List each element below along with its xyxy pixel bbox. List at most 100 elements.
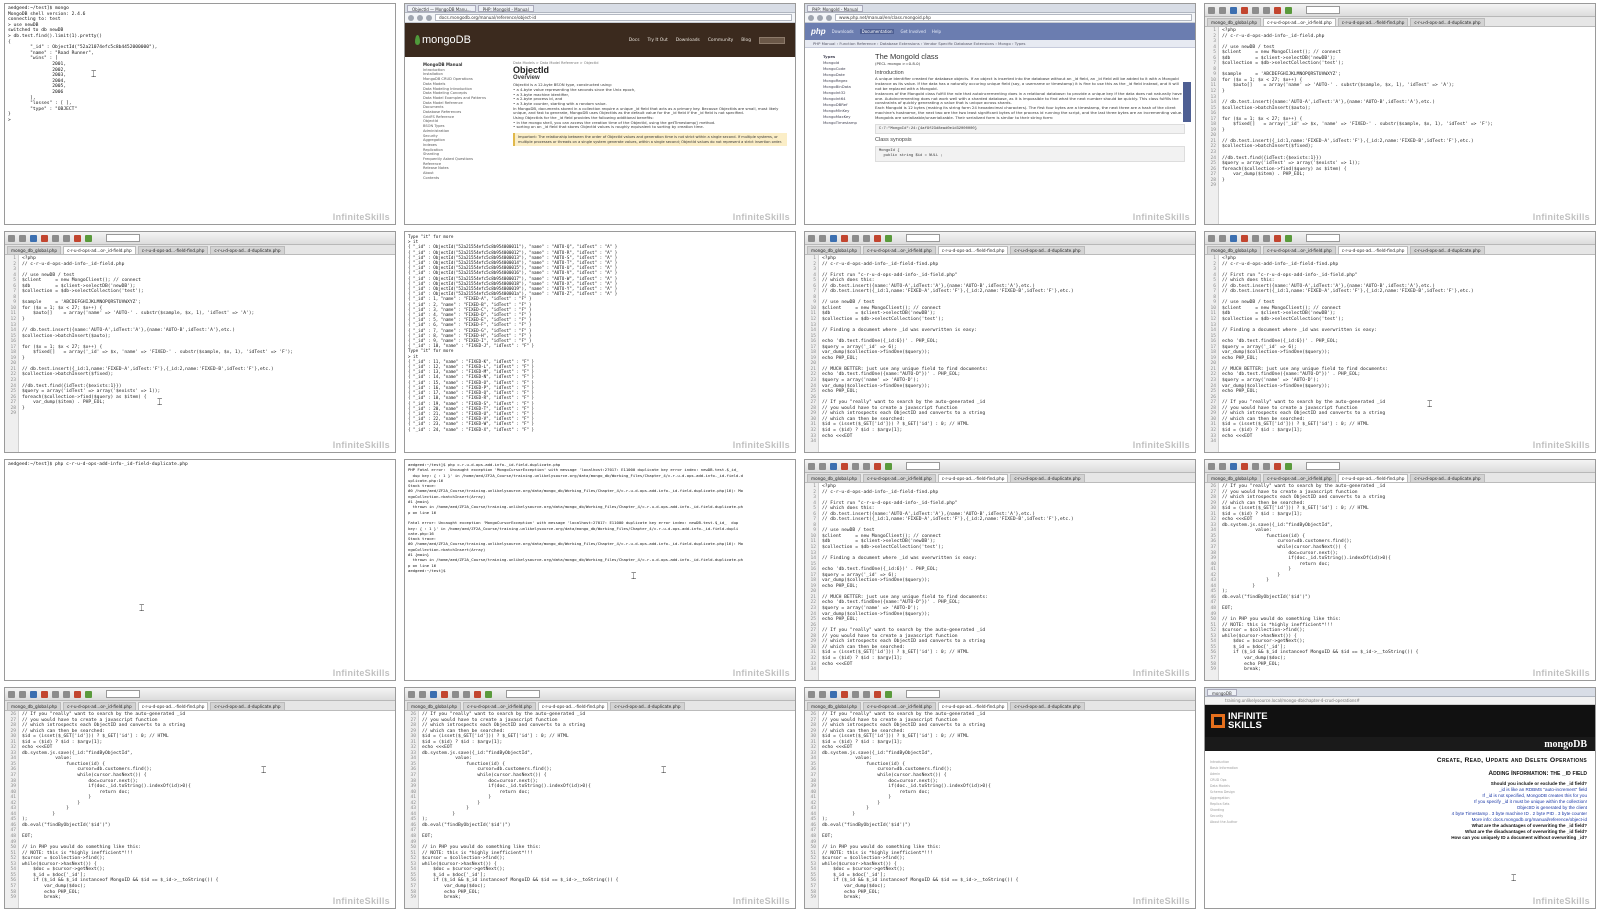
find-icon[interactable] [885,690,892,698]
tile-editor-eval-4[interactable]: mongo_db_global.php c-r-u-d-ops-ad...or-… [804,687,1196,909]
close-icon[interactable] [1241,462,1248,470]
cut-icon[interactable] [74,690,81,698]
save-icon[interactable] [30,690,37,698]
undo-icon[interactable] [852,690,859,698]
nav-link[interactable]: Blog [741,38,751,43]
editor-tab[interactable]: mongo_db_global.php [807,702,862,710]
new-file-icon[interactable] [808,234,815,242]
editor-tab[interactable]: c-r-u-d-ops-ad...d-duplicate.php [1410,18,1485,26]
search-input[interactable] [906,462,940,470]
find-icon[interactable] [85,690,92,698]
reload-icon[interactable] [426,14,432,21]
editor-tab[interactable]: c-r-u-d-ops-ad...d-duplicate.php [1010,474,1085,482]
breadcrumb[interactable]: Data Models > Data Model Reference > Obj… [513,61,787,66]
open-icon[interactable] [419,690,426,698]
editor-tab[interactable]: mongo_db_global.php [1207,474,1262,482]
code-view[interactable]: // If you "really" want to search by the… [19,711,395,908]
tile-editor-id-field[interactable]: mongo_db_global.php c-r-u-d-ops-ad...or-… [1204,3,1596,225]
code-view[interactable]: // If you "really" want to search by the… [419,711,795,908]
close-icon[interactable] [41,690,48,698]
editor-tab[interactable]: mongo_db_global.php [407,702,462,710]
find-icon[interactable] [885,234,892,242]
close-icon[interactable] [41,234,48,242]
tile-editor-eval[interactable]: mongo_db_global.php c-r-u-d-ops-ad...or-… [1204,459,1596,681]
new-file-icon[interactable] [1208,6,1215,14]
nav-link[interactable]: Community [708,38,733,43]
save-icon[interactable] [430,690,437,698]
open-icon[interactable] [19,690,26,698]
code-view[interactable]: <?php // c-r-u-d-ops-add-info-_id-field-… [1219,255,1595,452]
open-icon[interactable] [819,690,826,698]
editor-tab[interactable]: mongo_db_global.php [7,702,62,710]
editor-tab[interactable]: c-r-u-d-ops-ad...or-_id-field.php [863,474,936,482]
new-file-icon[interactable] [8,690,15,698]
new-file-icon[interactable] [808,462,815,470]
back-icon[interactable] [808,14,814,21]
search-input[interactable] [906,690,940,698]
editor-tab[interactable]: c-r-u-d-ops-ad...or-_id-field.php [463,702,536,710]
close-icon[interactable] [1241,234,1248,242]
editor-tab-active[interactable]: c-r-u-d-ops-ad...-field-find.php [1337,246,1409,254]
cut-icon[interactable] [1274,234,1281,242]
tile-course-slide[interactable]: mongoDB training.unlikelysource.local/mo… [1204,687,1596,909]
browser-tab[interactable]: ObjectId — MongoDB Manu... [407,5,476,12]
undo-icon[interactable] [1252,6,1259,14]
search-input[interactable] [1306,6,1340,14]
editor-tab-active[interactable]: c-r-u-d-ops-ad...or-_id-field.php [63,246,136,254]
nav-link[interactable]: Help [932,29,941,34]
forward-icon[interactable] [817,14,823,21]
new-file-icon[interactable] [808,690,815,698]
code-view[interactable]: <?php // c-r-u-d-ops-add-info-_id-field-… [819,483,1195,680]
tile-terminal-mongo-shell[interactable]: aedgeed:~/test]$ mongo MongoDB shell ver… [4,3,396,225]
editor-tab[interactable]: c-r-u-d-ops-ad...or-_id-field.php [63,702,136,710]
tile-editor-find-3[interactable]: mongo_db_global.php c-r-u-d-ops-ad...or-… [804,459,1196,681]
open-icon[interactable] [1219,234,1226,242]
editor-tab[interactable]: c-r-u-d-ops-ad...d-duplicate.php [1010,246,1085,254]
editor-tab[interactable]: mongo_db_global.php [807,246,862,254]
browser-tab[interactable]: PHP: MongoId - Manual [807,5,864,12]
nav-link[interactable]: Get Involved [900,29,925,34]
code-view[interactable]: <?php // c-r-u-d-ops-add-info-_id-field.… [1219,27,1595,224]
tile-editor-find[interactable]: mongo_db_global.php c-r-u-d-ops-ad...or-… [804,231,1196,453]
search-input[interactable] [906,234,940,242]
close-icon[interactable] [841,690,848,698]
editor-tab[interactable]: c-r-u-d-ops-ad...d-duplicate.php [1010,702,1085,710]
tile-browser-mongodb-docs[interactable]: ObjectId — MongoDB Manu... PHP: MongoId … [404,3,796,225]
cut-icon[interactable] [1274,462,1281,470]
code-view[interactable]: <?php // c-r-u-d-ops-add-info-_id-field-… [819,255,1195,452]
sidebar-item[interactable]: Contents [423,176,501,181]
editor-tab[interactable]: mongo_db_global.php [1207,18,1262,26]
find-icon[interactable] [1285,234,1292,242]
browser-tab[interactable]: mongoDB [1207,689,1237,696]
sidebar-item[interactable]: MongoTimestamp [823,120,863,126]
editor-tab[interactable]: c-r-u-d-ops-ad...d-duplicate.php [1410,246,1485,254]
editor-tab-active[interactable]: c-r-u-d-ops-ad...-field-find.php [937,702,1009,710]
browser-tab[interactable]: PHP: MongoId - Manual [477,5,534,12]
address-bar[interactable]: www.php.net/manual/en/class.mongoid.php [835,14,1192,21]
tile-editor-eval-2[interactable]: mongo_db_global.php c-r-u-d-ops-ad...or-… [4,687,396,909]
cut-icon[interactable] [474,690,481,698]
editor-tab-active[interactable]: c-r-u-d-ops-ad...-field-find.php [937,474,1009,482]
tile-editor-find-2[interactable]: mongo_db_global.php c-r-u-d-ops-ad...or-… [1204,231,1596,453]
code-view[interactable]: // If you "really" want to search by the… [1219,483,1595,680]
php-logo[interactable]: php [811,27,826,36]
undo-icon[interactable] [1252,234,1259,242]
search-input[interactable] [506,690,540,698]
mongodb-logo[interactable]: mongoDB [415,34,471,46]
undo-icon[interactable] [452,690,459,698]
tile-browser-php-docs[interactable]: PHP: MongoId - Manual www.php.net/manual… [804,3,1196,225]
editor-tab[interactable]: mongo_db_global.php [7,246,62,254]
forward-icon[interactable] [417,14,423,21]
tile-terminal-duplicate-error[interactable]: aedgeed:~/test]$ php c-r-u-d-ops-add-inf… [404,459,796,681]
undo-icon[interactable] [52,690,59,698]
close-icon[interactable] [441,690,448,698]
back-icon[interactable] [408,14,414,21]
open-icon[interactable] [1219,462,1226,470]
open-icon[interactable] [1219,6,1226,14]
feedback-tab[interactable] [1183,82,1191,122]
breadcrumb[interactable]: PHP Manual › Function Reference › Databa… [805,40,1195,48]
close-icon[interactable] [841,462,848,470]
editor-tab[interactable]: c-r-u-d-ops-ad...d-duplicate.php [610,702,685,710]
search-input[interactable] [106,690,140,698]
address-bar[interactable]: docs.mongodb.org/manual/reference/object… [435,14,792,21]
